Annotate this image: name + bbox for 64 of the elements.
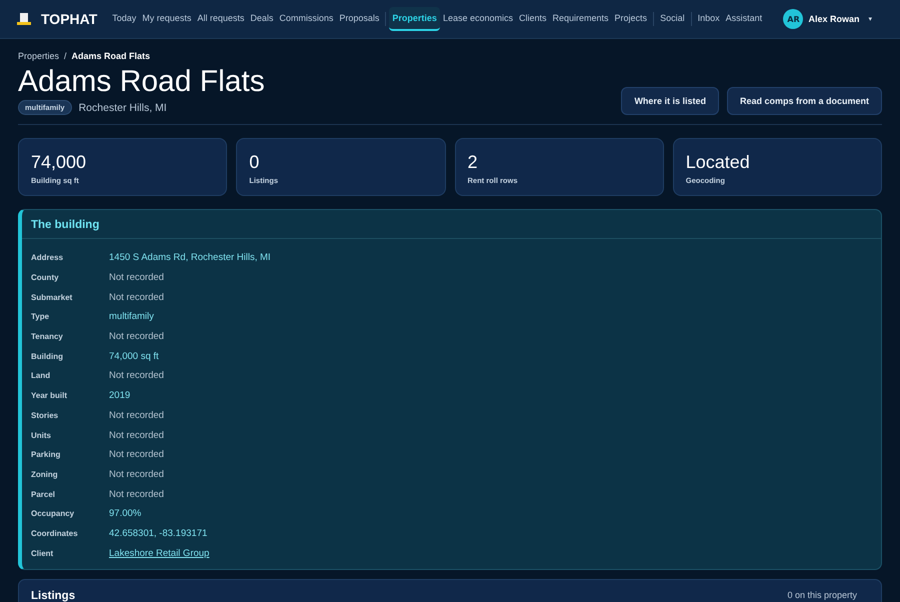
field-label: Type: [31, 312, 50, 322]
field-label: Land: [31, 371, 52, 380]
page-title: Adams Road Flats: [18, 64, 265, 100]
action-button[interactable]: Where it is listed: [621, 87, 719, 115]
field-value: 74,000 sq ft: [109, 350, 159, 362]
field-value: Not recorded: [109, 410, 164, 421]
field-value: Not recorded: [109, 272, 164, 284]
field-label: Zoning: [31, 470, 59, 479]
nav-tab[interactable]: Properties: [389, 7, 440, 31]
stat-value: 74,000: [31, 151, 88, 173]
field-label: Building: [31, 352, 64, 361]
field-value: Not recorded: [109, 449, 164, 460]
breadcrumb-separator: /: [64, 51, 67, 61]
field-label: Year built: [31, 391, 68, 400]
breadcrumb-item: Adams Road Flats: [72, 51, 150, 61]
field-label: County: [31, 273, 60, 282]
field-label: Coordinates: [31, 528, 79, 538]
hat-icon: [17, 12, 31, 26]
field-label: Address: [31, 253, 64, 262]
field-label: Units: [31, 430, 52, 440]
field-value: 97.00%: [109, 508, 142, 520]
user-avatar[interactable]: AR: [783, 9, 804, 29]
field-value: Not recorded: [109, 331, 164, 342]
field-value: Not recorded: [109, 370, 164, 382]
field-value: multifamily: [109, 311, 154, 322]
location-text: Rochester Hills, MI: [78, 102, 167, 114]
field-label: Parcel: [31, 490, 56, 499]
nav-tab[interactable]: Assistant: [722, 7, 766, 31]
field-value: 2019: [109, 390, 130, 402]
nav-tab[interactable]: Requirements: [550, 7, 612, 31]
field-label: Stories: [31, 410, 60, 420]
field-value: Not recorded: [109, 430, 164, 441]
client-link[interactable]: Lakeshore Retail Group: [109, 548, 210, 559]
stat-value: 0: [249, 151, 260, 173]
field-label: Submarket: [31, 292, 74, 302]
action-button[interactable]: Read comps from a document: [726, 87, 882, 115]
nav-tab[interactable]: My requests: [139, 7, 194, 31]
stat-value: 2: [468, 151, 479, 173]
field-label: Client: [31, 548, 54, 558]
nav-tab[interactable]: Proposals: [336, 7, 382, 31]
field-value: Not recorded: [109, 468, 164, 480]
nav-tab[interactable]: Lease economics: [440, 7, 516, 31]
nav-tab[interactable]: Clients: [516, 7, 550, 31]
app-name: TOPHAT: [41, 11, 98, 27]
nav-tab[interactable]: Inbox: [694, 7, 723, 31]
field-value: 42.658301, -83.193171: [109, 528, 208, 539]
nav-tab[interactable]: All requests: [194, 7, 248, 31]
breadcrumb-item[interactable]: Properties: [18, 51, 60, 61]
nav-tab[interactable]: Projects: [612, 7, 650, 31]
field-value: Not recorded: [109, 292, 164, 303]
nav-tab[interactable]: Today: [109, 7, 140, 31]
stat-value: Located: [686, 151, 751, 173]
field-value: Not recorded: [109, 488, 164, 500]
listing-count: 0 on this property: [787, 590, 857, 602]
user-name[interactable]: Alex Rowan: [808, 14, 860, 24]
nav-tab[interactable]: Deals: [247, 7, 276, 31]
nav-tab[interactable]: Social: [657, 7, 688, 31]
field-label: Occupancy: [31, 509, 76, 518]
field-value: 1450 S Adams Rd, Rochester Hills, MI: [109, 252, 271, 264]
nav-tab[interactable]: Commissions: [276, 7, 336, 31]
field-label: Parking: [31, 450, 62, 460]
card-title: Listings: [31, 590, 76, 602]
card-title: The building: [22, 210, 881, 239]
field-label: Tenancy: [31, 332, 64, 342]
